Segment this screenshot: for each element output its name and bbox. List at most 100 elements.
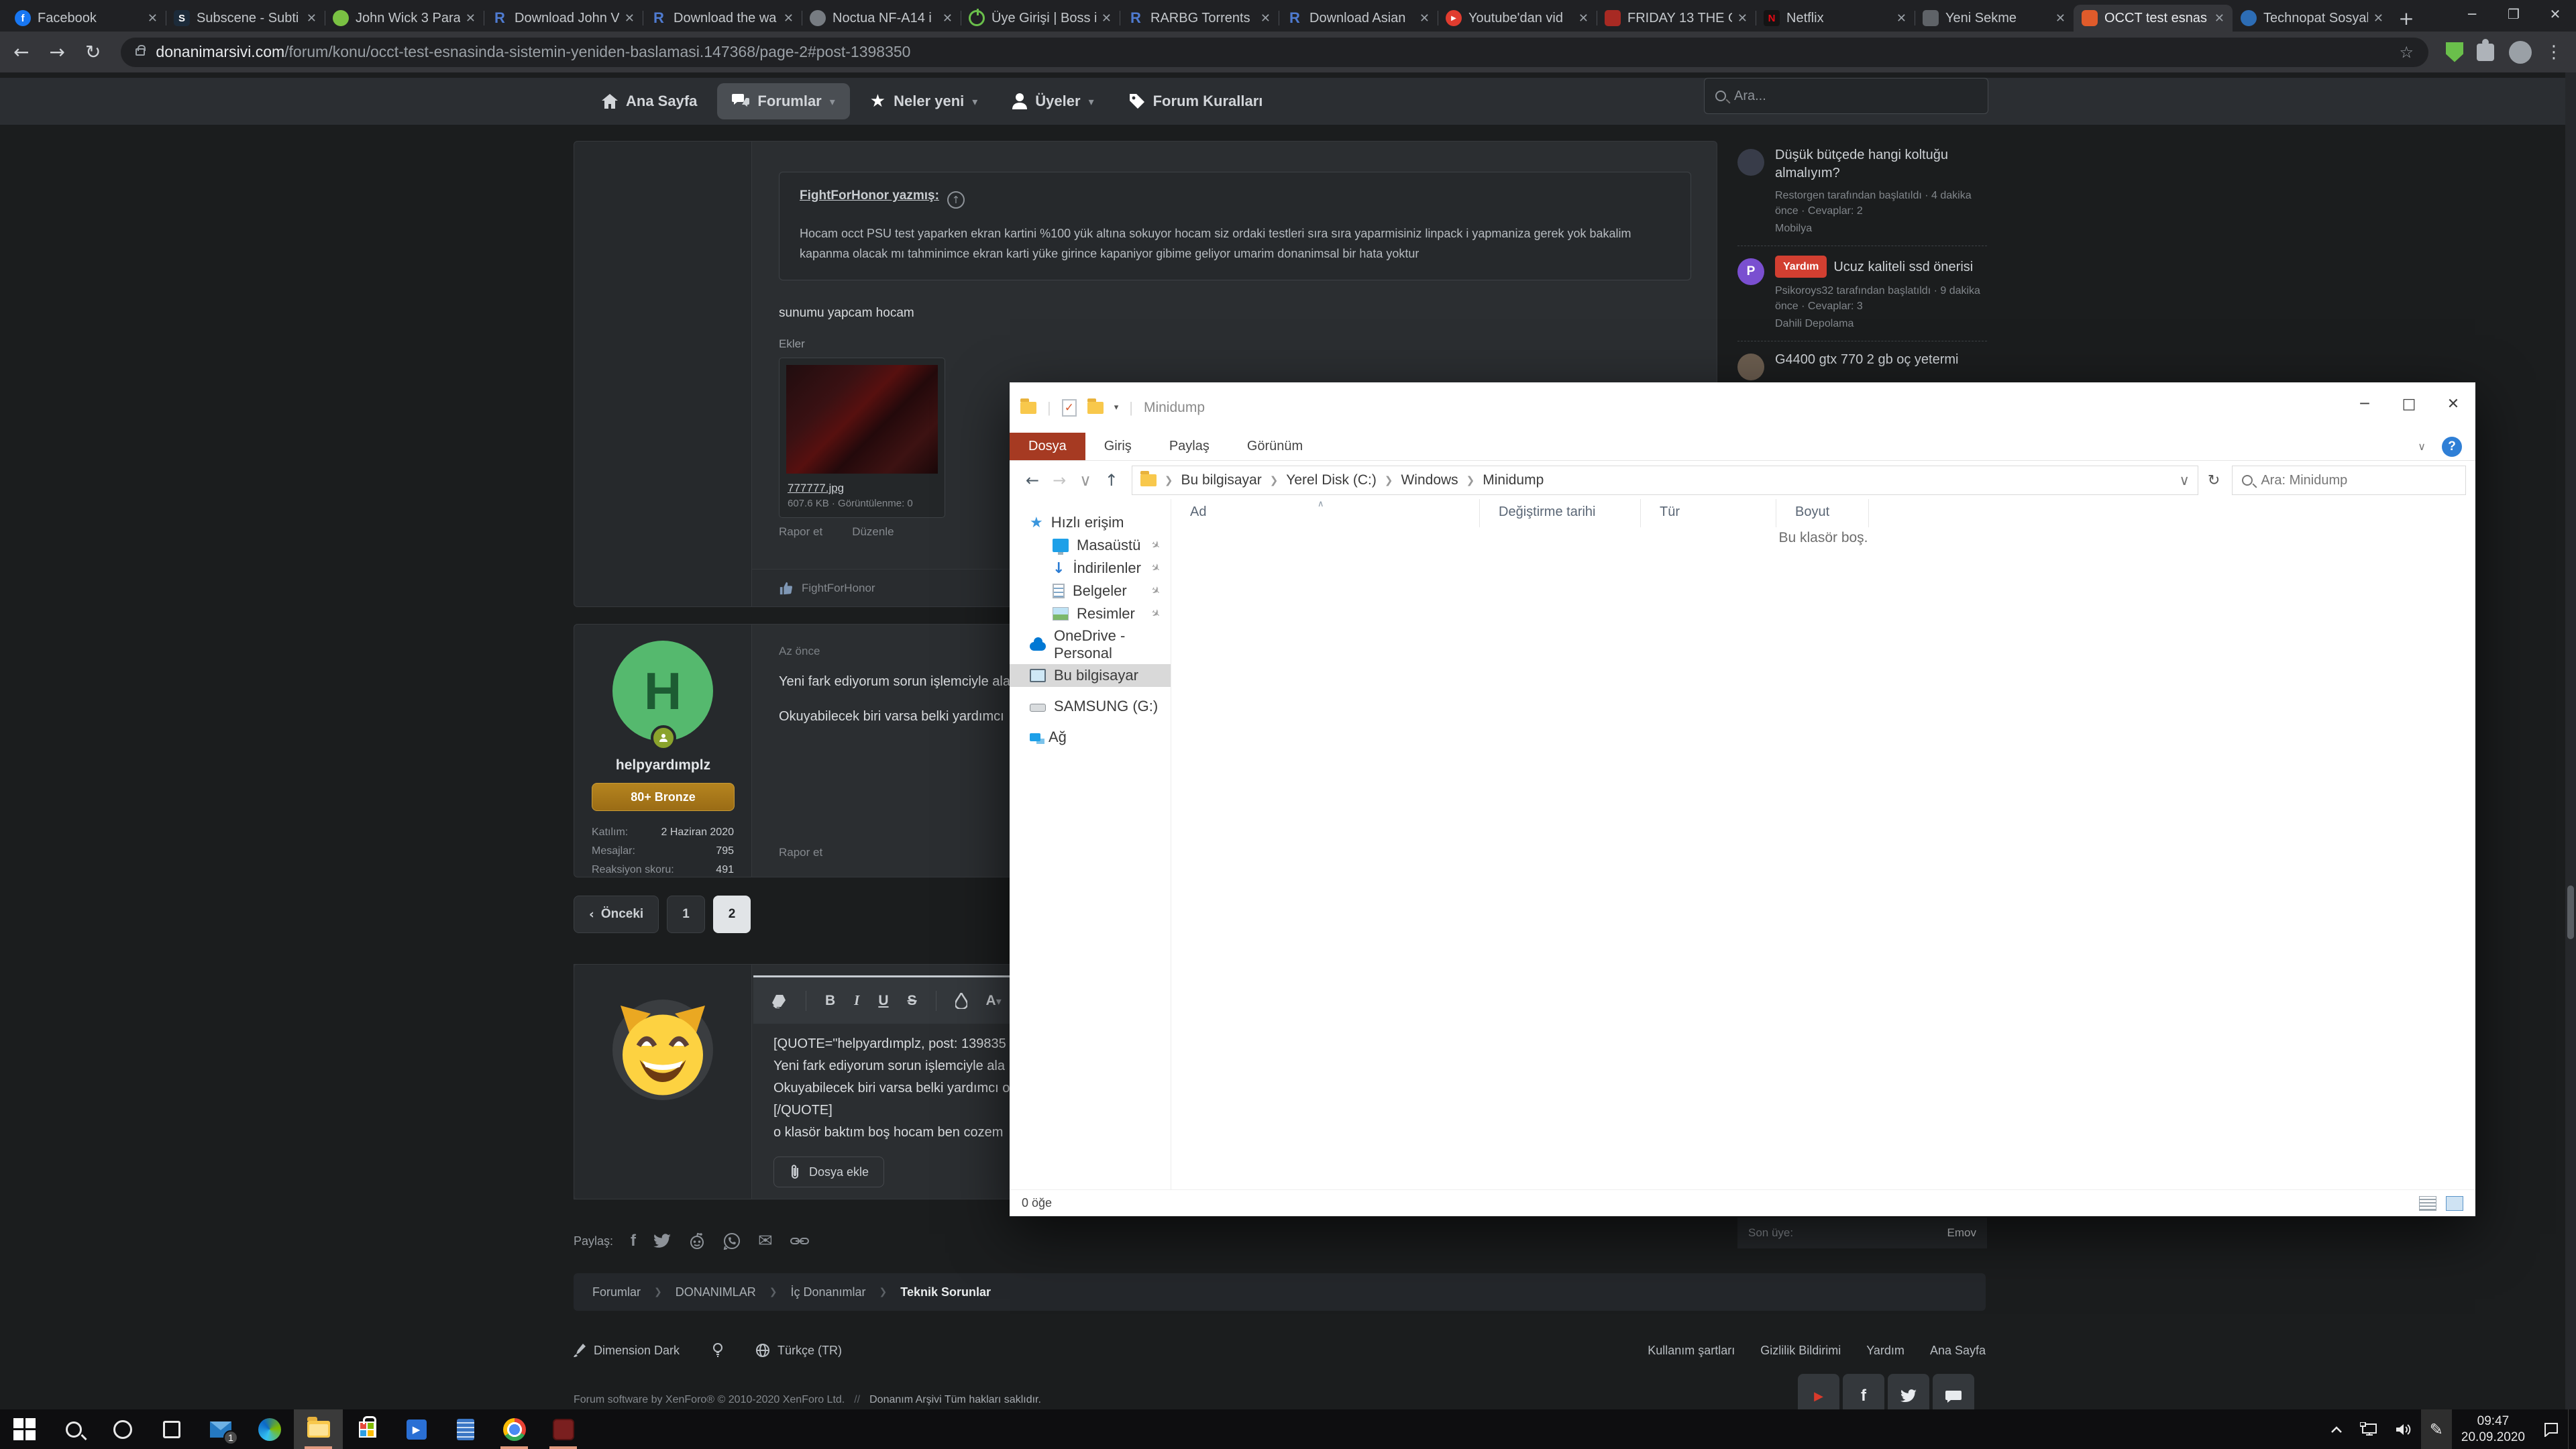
browser-tab[interactable]: Yeni Sekme ✕ [1915,5,2074,32]
back-icon[interactable]: ← [1026,471,1039,490]
topic-category[interactable]: Mobilya [1775,223,1987,235]
youtube-button[interactable]: ▶ [1798,1374,1839,1409]
back-icon[interactable]: ← [13,41,29,63]
topic-list-item[interactable]: P Yardım Ucuz kaliteli ssd önerisi Psikor… [1737,246,1987,341]
strikethrough-icon[interactable]: S [908,993,917,1009]
thumbnail-view-icon[interactable] [2446,1195,2463,1211]
column-header-date[interactable]: Değiştirme tarihi [1480,499,1641,527]
quote-jump-icon[interactable]: ↑ [947,191,965,209]
post-timestamp[interactable]: Az önce [779,645,820,658]
footer-link[interactable]: Gizlilik Bildirimi [1760,1344,1841,1358]
browser-tab[interactable]: Subscene - Subti✕ [166,5,325,32]
explorer-address-bar[interactable]: ❯ Bu bilgisayar ❯ Yerel Disk (C:) ❯ Wind… [1131,466,2198,495]
adblock-extension-icon[interactable] [2446,42,2463,62]
column-header-size[interactable]: Boyut [1776,499,1869,527]
nav-desktop[interactable]: Masaüstü ✈ [1010,534,1171,557]
explorer-search-box[interactable] [2232,466,2466,495]
taskbar-clock[interactable]: 09:47 20.09.2020 [2452,1409,2534,1449]
close-tab-icon[interactable]: ✕ [466,11,476,25]
explorer-title-bar[interactable]: | ▾ | Minidump ─ □ ✕ [1010,382,2475,433]
browser-tab[interactable]: Üye Girişi | Boss i ✕ [961,5,1120,32]
close-tab-icon[interactable]: ✕ [1578,11,1589,25]
attachment-card[interactable]: 777777.jpg 607.6 KB · Görüntülenme: 0 [779,358,945,518]
nav-pictures[interactable]: Resimler ✈ [1010,602,1171,625]
quick-access-newfolder-icon[interactable] [1087,398,1104,414]
avatar[interactable] [1737,149,1764,176]
nav-item-whats-new[interactable]: ★ Neler yeni ▾ [855,83,993,119]
cat-emoji-avatar[interactable] [612,1000,713,1100]
browser-tab[interactable]: FRIDAY 13 THE G ✕ [1597,5,1756,32]
ribbon-tab-home[interactable]: Giriş [1085,433,1150,460]
browser-tab[interactable]: Download the wa✕ [643,5,802,32]
nav-item-home[interactable]: Ana Sayfa [587,83,712,119]
breadcrumb-item[interactable]: Forumlar [592,1285,641,1299]
latest-member-value[interactable]: Emov [1947,1226,1976,1240]
taskbar-search-button[interactable] [49,1409,98,1449]
occt-button-running[interactable] [539,1409,588,1449]
address-crumb[interactable]: Windows [1401,472,1458,488]
column-header-type[interactable]: Tür [1641,499,1776,527]
share-link-icon[interactable] [790,1236,809,1246]
close-tab-icon[interactable]: ✕ [2214,11,2224,25]
report-link[interactable]: Rapor et [779,525,822,539]
page-button-2-current[interactable]: 2 [712,896,751,933]
browser-tab[interactable]: Netflix✕ [1756,5,1915,32]
explorer-file-list[interactable]: ∧ Ad Değiştirme tarihi Tür Boyut Bu klas… [1171,499,2475,1189]
close-tab-icon[interactable]: ✕ [784,11,794,25]
browser-tab[interactable]: Noctua NF-A14 i ✕ [802,5,961,32]
ribbon-tab-file[interactable]: Dosya [1010,433,1085,460]
browser-tab[interactable]: Technopat Sosyal ✕ [2233,5,2392,32]
refresh-icon[interactable]: ↻ [85,41,101,63]
footer-link[interactable]: Yardım [1866,1344,1904,1358]
topic-list-item[interactable]: Düşük bütçede hangi koltuğu almalıyım? R… [1737,137,1987,246]
extensions-puzzle-icon[interactable] [2477,38,2494,61]
page-button-1[interactable]: 1 [667,896,705,933]
lightbulb-toggle[interactable] [713,1343,723,1358]
nav-item-members[interactable]: Üyeler ▾ [998,83,1108,119]
italic-icon[interactable]: I [854,992,859,1009]
attach-file-button[interactable]: Dosya ekle [773,1157,885,1187]
breadcrumb-item[interactable]: İç Donanımlar [791,1285,866,1299]
browser-tab-active[interactable]: OCCT test esnas ✕ [2074,5,2233,32]
file-explorer-window[interactable]: | ▾ | Minidump ─ □ ✕ Dosya Giriş Paylaş … [1010,382,2475,1216]
topic-title[interactable]: Yardım Ucuz kaliteli ssd önerisi [1775,256,1987,278]
expand-ribbon-icon[interactable]: ∨ [2418,440,2426,453]
nav-item-rules[interactable]: Forum Kuralları [1114,83,1278,119]
close-tab-icon[interactable]: ✕ [1419,11,1430,25]
calculator-button[interactable] [441,1409,490,1449]
close-icon[interactable]: ✕ [2431,382,2475,425]
close-tab-icon[interactable]: ✕ [2055,11,2065,25]
page-scrollbar[interactable] [2565,72,2576,1409]
forward-icon[interactable]: → [49,41,64,63]
file-explorer-button-active[interactable] [294,1409,343,1449]
topic-category[interactable]: Dahili Depolama [1775,318,1987,330]
browser-tab[interactable]: John Wick 3 Para ✕ [325,5,484,32]
search-input[interactable] [1734,88,1977,104]
forum-search-box[interactable] [1704,78,1988,114]
ribbon-tab-share[interactable]: Paylaş [1150,433,1228,460]
share-twitter-icon[interactable] [653,1234,672,1248]
footer-link[interactable]: Kullanım şartları [1648,1344,1735,1358]
minimize-icon[interactable]: ─ [2451,0,2493,28]
up-icon[interactable]: ↑ [1105,471,1118,490]
network-tray-icon[interactable] [2351,1409,2386,1449]
browser-menu-icon[interactable]: ⋮ [2545,42,2563,62]
mail-button[interactable]: 1 [196,1409,245,1449]
maximize-icon[interactable]: ❐ [2493,0,2534,28]
topic-title[interactable]: Düşük bütçede hangi koltuğu almalıyım? [1775,146,1987,182]
avatar[interactable]: P [1737,258,1764,285]
browser-tab[interactable]: Download John V✕ [484,5,643,32]
nav-documents[interactable]: Belgeler ✈ [1010,580,1171,602]
browser-tab[interactable]: Facebook✕ [7,5,166,32]
nav-downloads[interactable]: ↓ İndirilenler ✈ [1010,557,1171,580]
topic-title[interactable]: G4400 gtx 770 2 gb oç yetermi [1775,351,1959,369]
share-email-icon[interactable]: ✉ [758,1231,773,1251]
username[interactable]: helpyardımplz [574,757,752,773]
share-reddit-icon[interactable] [688,1232,706,1250]
forward-icon[interactable]: → [1053,471,1066,490]
close-tab-icon[interactable]: ✕ [148,11,158,25]
details-view-icon[interactable] [2419,1195,2436,1211]
text-color-icon[interactable] [955,992,967,1009]
address-crumb[interactable]: Minidump [1483,472,1544,488]
share-facebook-icon[interactable]: f [631,1232,636,1250]
